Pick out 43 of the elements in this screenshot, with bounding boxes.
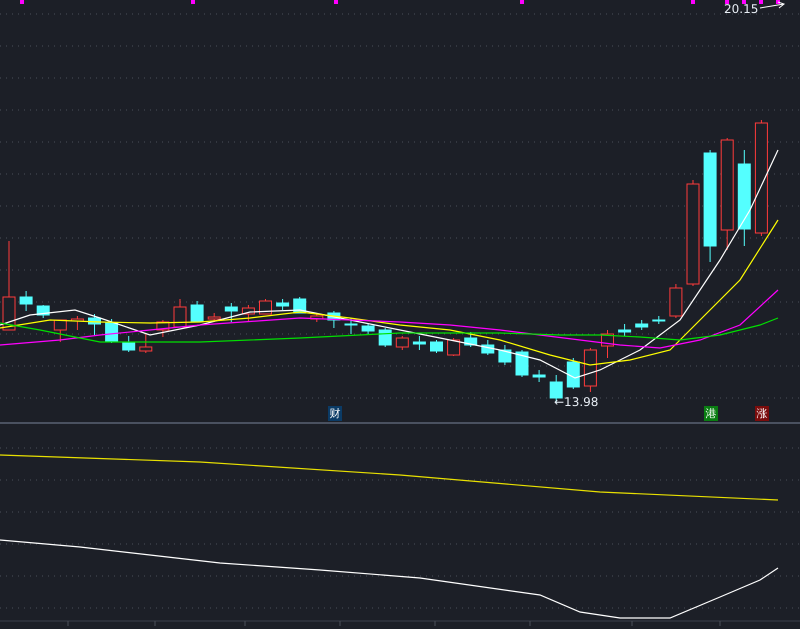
candlestick [584,348,597,392]
candlestick [430,340,443,354]
candlestick [378,328,392,348]
candlestick [105,318,118,344]
candlestick [412,336,426,350]
candlestick [447,338,460,356]
candlestick [516,350,528,378]
event-marker[interactable]: 涨 [755,406,769,421]
candlestick [190,300,204,322]
candlestick [139,332,152,354]
candlestick [344,318,358,334]
candlestick [618,324,632,336]
candlestick [20,290,33,312]
candlestick [532,370,546,382]
candlestick [362,322,375,334]
candlestick [156,320,170,338]
leader-line [760,2,786,8]
candlestick [327,310,340,328]
candlestick [174,298,186,328]
candlestick [635,320,648,330]
low-price-label: ←13.98 [554,395,598,409]
candlestick [498,344,512,366]
candlestick [224,302,238,322]
candlestick [669,284,682,318]
candlestick [70,316,84,330]
high-price-label: 20.15 [724,2,758,16]
candlestick [601,330,614,358]
event-marker[interactable]: 财 [328,406,342,421]
candlestick [464,332,478,348]
candlestick [396,336,409,350]
candlestick [310,312,324,322]
candlestick [481,340,494,356]
event-marker[interactable]: 港 [704,406,718,421]
candlestick [259,298,272,314]
candlestick [276,298,290,310]
candlestick [36,304,50,318]
candlestick [242,304,255,322]
candlestick [88,314,101,336]
candlestick [208,312,221,322]
candlestick [122,336,136,352]
candlestick [652,316,666,324]
candlestick [54,320,67,342]
candlestick [566,358,580,390]
